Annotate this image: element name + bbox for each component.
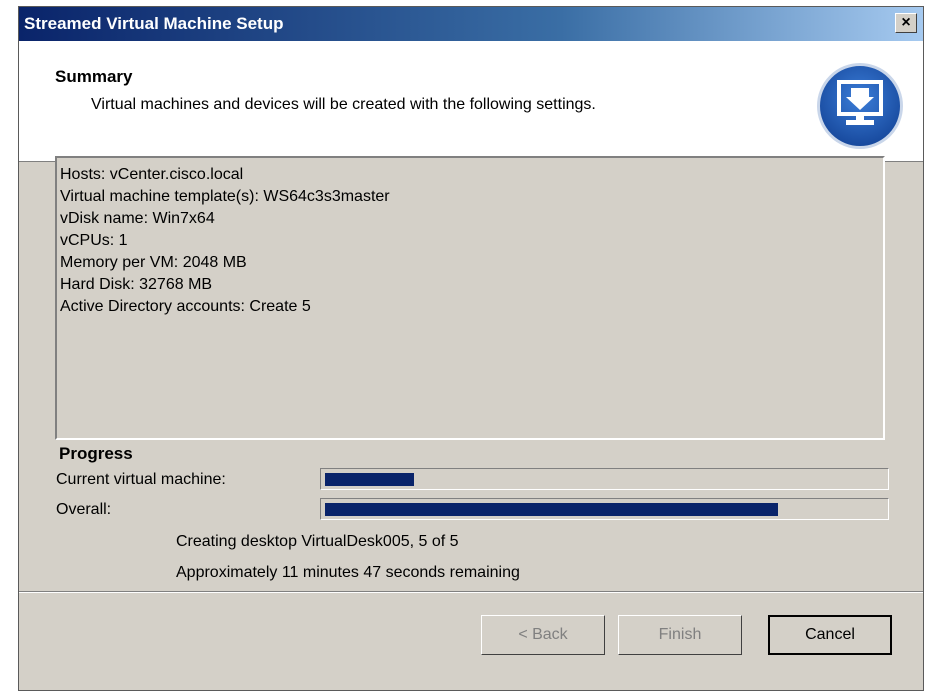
window-title: Streamed Virtual Machine Setup: [24, 14, 284, 33]
page-title: Summary: [55, 67, 133, 86]
title-bar[interactable]: Streamed Virtual Machine Setup ×: [19, 7, 923, 41]
summary-line-memory: Memory per VM: 2048 MB: [60, 254, 247, 271]
summary-line-hosts: Hosts: vCenter.cisco.local: [60, 166, 244, 183]
page-subtitle: Virtual machines and devices will be cre…: [91, 96, 596, 113]
back-button[interactable]: < Back: [481, 615, 605, 655]
back-button-label: < Back: [518, 626, 568, 643]
download-monitor-icon: [817, 63, 903, 149]
finish-button-label: Finish: [658, 626, 702, 643]
current-vm-progress-bar: [320, 468, 889, 490]
footer-divider: [19, 591, 923, 593]
progress-heading: Progress: [59, 444, 133, 463]
summary-line-harddisk: Hard Disk: 32768 MB: [60, 276, 213, 293]
summary-line-template: Virtual machine template(s): WS64c3s3mas…: [60, 188, 390, 205]
current-vm-label: Current virtual machine:: [56, 471, 226, 488]
overall-label: Overall:: [56, 501, 112, 518]
current-vm-progress-fill: [325, 473, 414, 486]
close-icon: ×: [901, 14, 911, 31]
status-text: Creating desktop VirtualDesk005, 5 of 5: [176, 533, 459, 550]
finish-button[interactable]: Finish: [618, 615, 742, 655]
header-panel: Summary Virtual machines and devices wil…: [19, 41, 923, 162]
close-button[interactable]: ×: [895, 13, 917, 33]
summary-line-vdisk: vDisk name: Win7x64: [60, 210, 215, 227]
summary-line-vcpus: vCPUs: 1: [60, 232, 128, 249]
setup-window: Streamed Virtual Machine Setup × Summary…: [18, 6, 924, 691]
overall-progress-bar: [320, 498, 889, 520]
summary-textbox[interactable]: Hosts: vCenter.cisco.local Virtual machi…: [55, 156, 885, 440]
summary-line-ad-accounts: Active Directory accounts: Create 5: [60, 298, 311, 315]
time-remaining-text: Approximately 11 minutes 47 seconds rema…: [176, 564, 520, 581]
cancel-button-label: Cancel: [805, 626, 855, 643]
cancel-button[interactable]: Cancel: [768, 615, 892, 655]
overall-progress-fill: [325, 503, 778, 516]
